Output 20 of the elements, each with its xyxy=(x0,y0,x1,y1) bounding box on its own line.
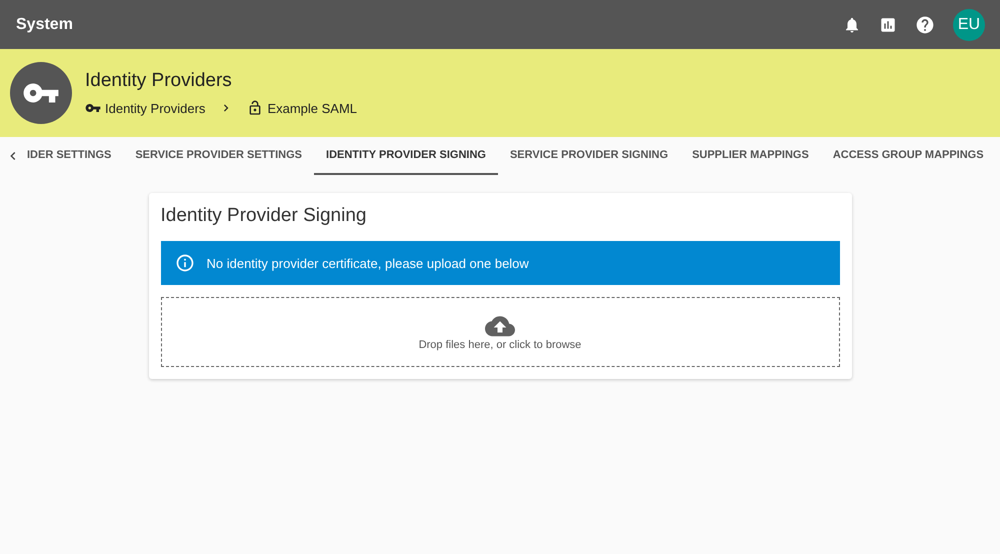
card-title: Identity Provider Signing xyxy=(160,205,368,227)
tab[interactable]: SERVICE PROVIDER SIGNING xyxy=(498,137,680,175)
alert-message: No identity provider certificate, please upload one below xyxy=(206,256,529,270)
drop-hint: Drop files here, or click to browse xyxy=(418,339,582,351)
chart-icon[interactable] xyxy=(879,16,897,34)
help-icon[interactable] xyxy=(915,14,935,34)
tab[interactable]: IDER SETTINGS xyxy=(21,137,124,175)
info-icon xyxy=(174,253,194,273)
tab[interactable]: SERVICE PROVIDER SETTINGS xyxy=(123,137,314,175)
breadcrumb-link[interactable]: Identity Providers xyxy=(105,100,206,116)
file-drop-zone[interactable]: Drop files here, or click to browse xyxy=(160,297,840,367)
tab[interactable]: SUPPLIER MAPPINGS xyxy=(680,137,821,175)
tab[interactable]: IDENTITY PROVIDER SIGNING xyxy=(314,137,498,175)
user-avatar[interactable]: EU xyxy=(953,8,985,40)
breadcrumb-link[interactable]: Example SAML xyxy=(267,100,358,116)
lock-icon xyxy=(247,100,264,116)
app-title: System xyxy=(16,16,73,34)
page-title: Identity Providers xyxy=(85,70,233,92)
tab[interactable]: ACCESS GROUP MAPPINGS xyxy=(820,137,996,175)
bell-icon[interactable] xyxy=(843,16,861,34)
